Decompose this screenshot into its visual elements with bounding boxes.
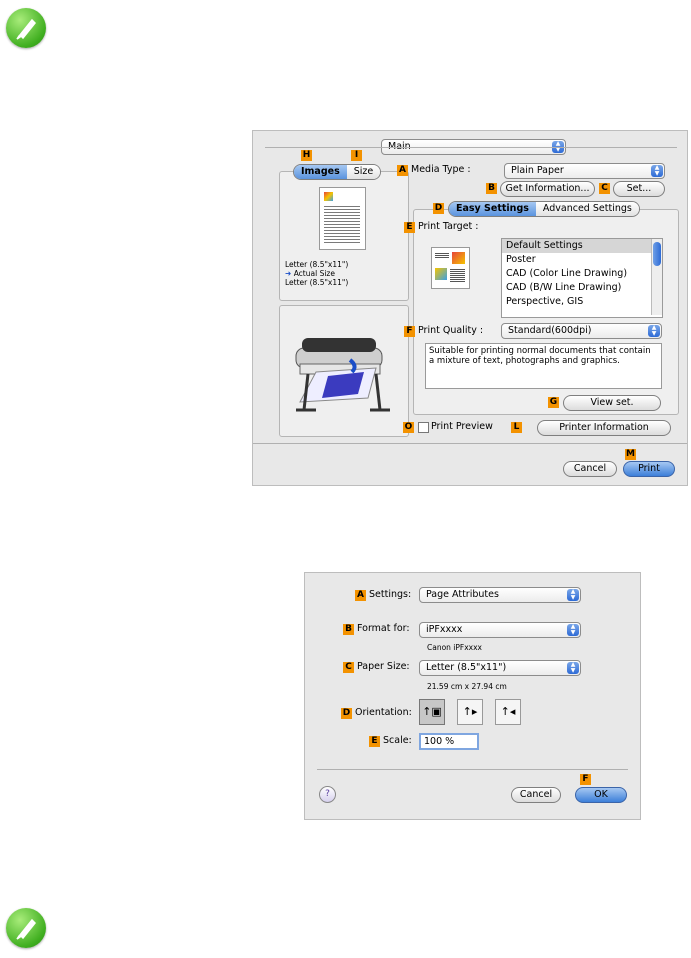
format-for-popup[interactable]: iPFxxxx ▲ ▼ <box>419 622 581 638</box>
scale-input[interactable]: 100 % <box>419 733 479 750</box>
print-dialog: Main▲▼ H I Images Size Letter (8.5"x11")… <box>252 130 688 486</box>
list-item[interactable]: CAD (Color Line Drawing) <box>502 267 662 281</box>
scale-label: Scale: <box>383 735 412 746</box>
paper-dimensions-text: 21.59 cm x 27.94 cm <box>427 682 507 691</box>
tab-size[interactable]: Size <box>346 165 381 179</box>
preview-size-text: Letter (8.5"x11") ➜ Actual Size Letter (… <box>285 260 349 287</box>
print-button[interactable]: Print <box>623 461 675 477</box>
marker-a: A <box>355 590 366 601</box>
page-setup-dialog: A Settings: Page Attributes ▲ ▼ B Format f… <box>304 572 641 820</box>
paper-size-label: Paper Size: <box>357 661 410 672</box>
list-item[interactable]: CAD (B/W Line Drawing) <box>502 281 662 295</box>
list-item[interactable]: Default Settings <box>502 239 662 253</box>
orientation-landscape-button[interactable]: ↑▸ <box>457 699 483 725</box>
set-button[interactable]: Set... <box>613 181 665 197</box>
paper-size-popup[interactable]: Letter (8.5"x11") ▲ ▼ <box>419 660 581 676</box>
format-for-label: Format for: <box>357 623 410 634</box>
marker-e: E <box>404 222 415 233</box>
ok-button[interactable]: OK <box>575 787 627 803</box>
cancel-button[interactable]: Cancel <box>563 461 617 477</box>
printer-image-panel <box>279 305 409 437</box>
marker-e: E <box>369 736 380 747</box>
print-target-list[interactable]: Default Settings Poster CAD (Color Line … <box>501 238 663 318</box>
settings-label: Settings: <box>369 589 412 600</box>
get-information-button[interactable]: Get Information... <box>500 181 595 197</box>
marker-l: L <box>511 422 522 433</box>
marker-b: B <box>343 624 354 635</box>
print-target-label: Print Target : <box>418 221 479 232</box>
description-text: Suitable for printing normal documents t… <box>425 343 662 389</box>
settings-tabs: Easy Settings Advanced Settings <box>448 201 640 217</box>
print-preview-label: Print Preview <box>431 421 493 432</box>
settings-popup[interactable]: Page Attributes ▲ ▼ <box>419 587 581 603</box>
marker-m: M <box>625 449 636 460</box>
orientation-label: Orientation: <box>355 707 412 718</box>
marker-f: F <box>580 774 591 785</box>
media-type-popup[interactable]: Plain Paper ▲ ▼ <box>504 163 665 179</box>
print-quality-popup[interactable]: Standard(600dpi) ▲ ▼ <box>501 323 662 339</box>
note-icon <box>6 908 46 948</box>
marker-c: C <box>343 662 354 673</box>
help-button[interactable]: ? <box>319 786 336 803</box>
cancel-button[interactable]: Cancel <box>511 787 561 803</box>
marker-b: B <box>486 183 497 194</box>
tab-easy-settings[interactable]: Easy Settings <box>449 202 536 216</box>
marker-d: D <box>433 203 444 214</box>
orientation-reverse-landscape-button[interactable]: ↑◂ <box>495 699 521 725</box>
marker-g: G <box>548 397 559 408</box>
marker-i: I <box>351 150 362 161</box>
marker-o: O <box>403 422 414 433</box>
marker-d: D <box>341 708 352 719</box>
media-type-label: Media Type : <box>411 164 471 175</box>
print-preview-checkbox[interactable] <box>418 422 429 433</box>
printer-image <box>295 338 390 412</box>
list-item[interactable]: Poster <box>502 253 662 267</box>
marker-f: F <box>404 326 415 337</box>
tab-images[interactable]: Images <box>294 165 347 179</box>
printer-model-text: Canon iPFxxxx <box>427 643 482 652</box>
marker-c: C <box>599 183 610 194</box>
printer-information-button[interactable]: Printer Information <box>537 420 671 436</box>
list-item[interactable]: Perspective, GIS <box>502 295 662 309</box>
tab-advanced-settings[interactable]: Advanced Settings <box>535 202 639 216</box>
page-thumbnail <box>319 187 366 250</box>
view-set-button[interactable]: View set. <box>563 395 661 411</box>
orientation-portrait-button[interactable]: ↑▣ <box>419 699 445 725</box>
preview-tabs: Images Size <box>293 164 382 180</box>
marker-h: H <box>301 150 312 161</box>
print-quality-label: Print Quality : <box>418 325 484 336</box>
target-thumbnail <box>431 247 470 289</box>
note-icon <box>6 8 46 48</box>
marker-a: A <box>397 165 408 176</box>
scrollbar[interactable] <box>651 239 662 315</box>
